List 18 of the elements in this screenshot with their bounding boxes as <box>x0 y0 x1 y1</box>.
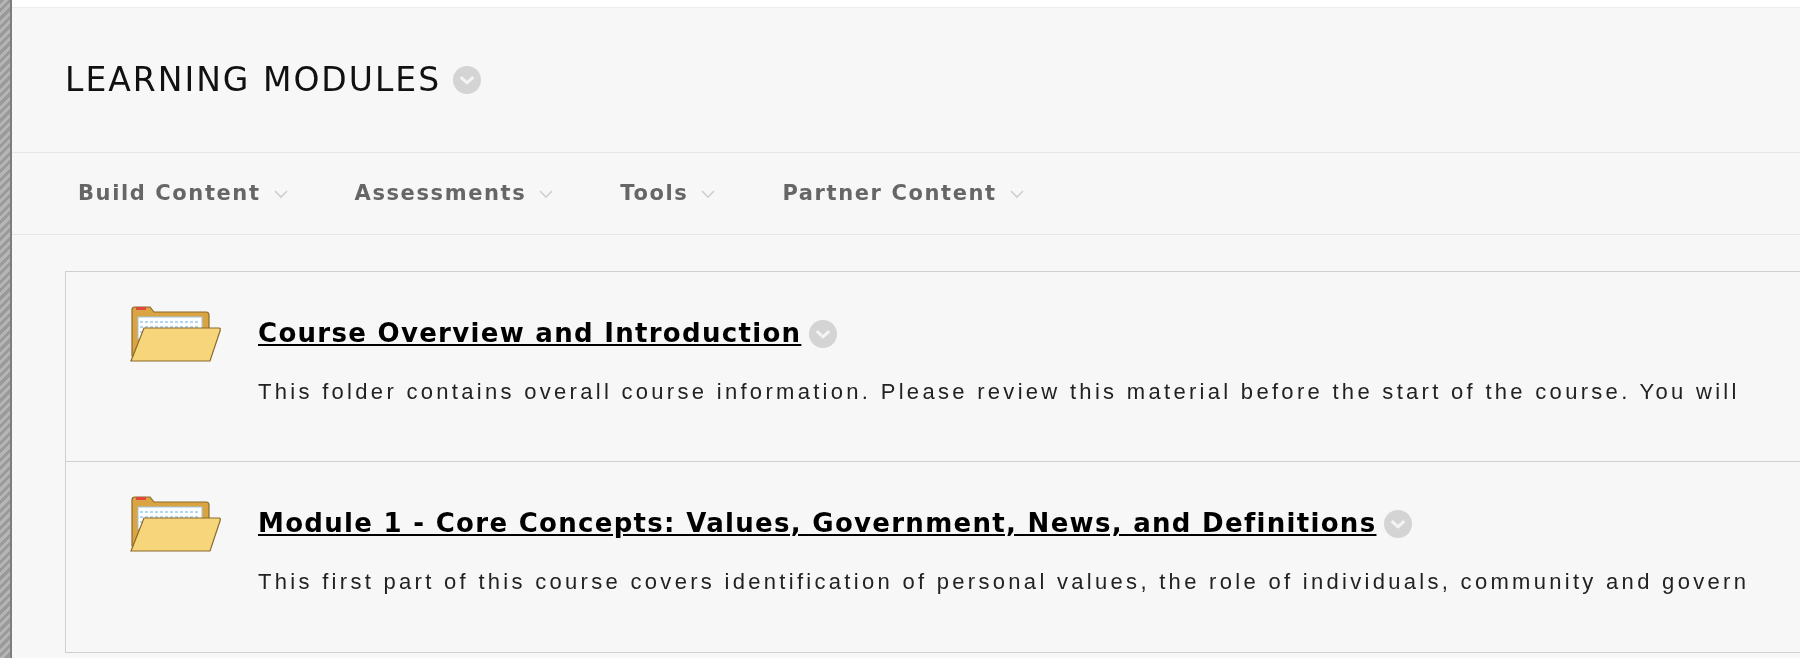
page-title: LEARNING MODULES <box>65 59 442 102</box>
caret-icon <box>538 188 555 199</box>
item-title-link[interactable]: Module 1 - Core Concepts: Values, Government, News, and Definitions <box>258 504 1377 543</box>
menu-dropdown[interactable]: Partner Content <box>782 177 1025 210</box>
menu-dropdown[interactable]: Build Content <box>78 177 289 210</box>
caret-icon <box>700 188 717 199</box>
options-chevron-icon[interactable] <box>453 66 482 94</box>
folder-icon <box>128 494 222 554</box>
item-title-link[interactable]: Course Overview and Introduction <box>258 314 802 353</box>
menu-dropdown[interactable]: Assessments <box>354 177 555 210</box>
options-chevron-icon[interactable] <box>809 319 838 348</box>
menu-dropdown[interactable]: Tools <box>620 177 717 210</box>
caret-icon <box>272 188 289 199</box>
caret-icon <box>1008 188 1025 199</box>
item-description: This first part of this course covers identification of personal values, the role of individuals, community and govern <box>258 568 1750 596</box>
folder-icon <box>128 304 222 364</box>
item-description: This folder contains overall course information. Please review this material before the start of the course. You will <box>258 378 1740 406</box>
options-chevron-icon[interactable] <box>1384 509 1413 538</box>
